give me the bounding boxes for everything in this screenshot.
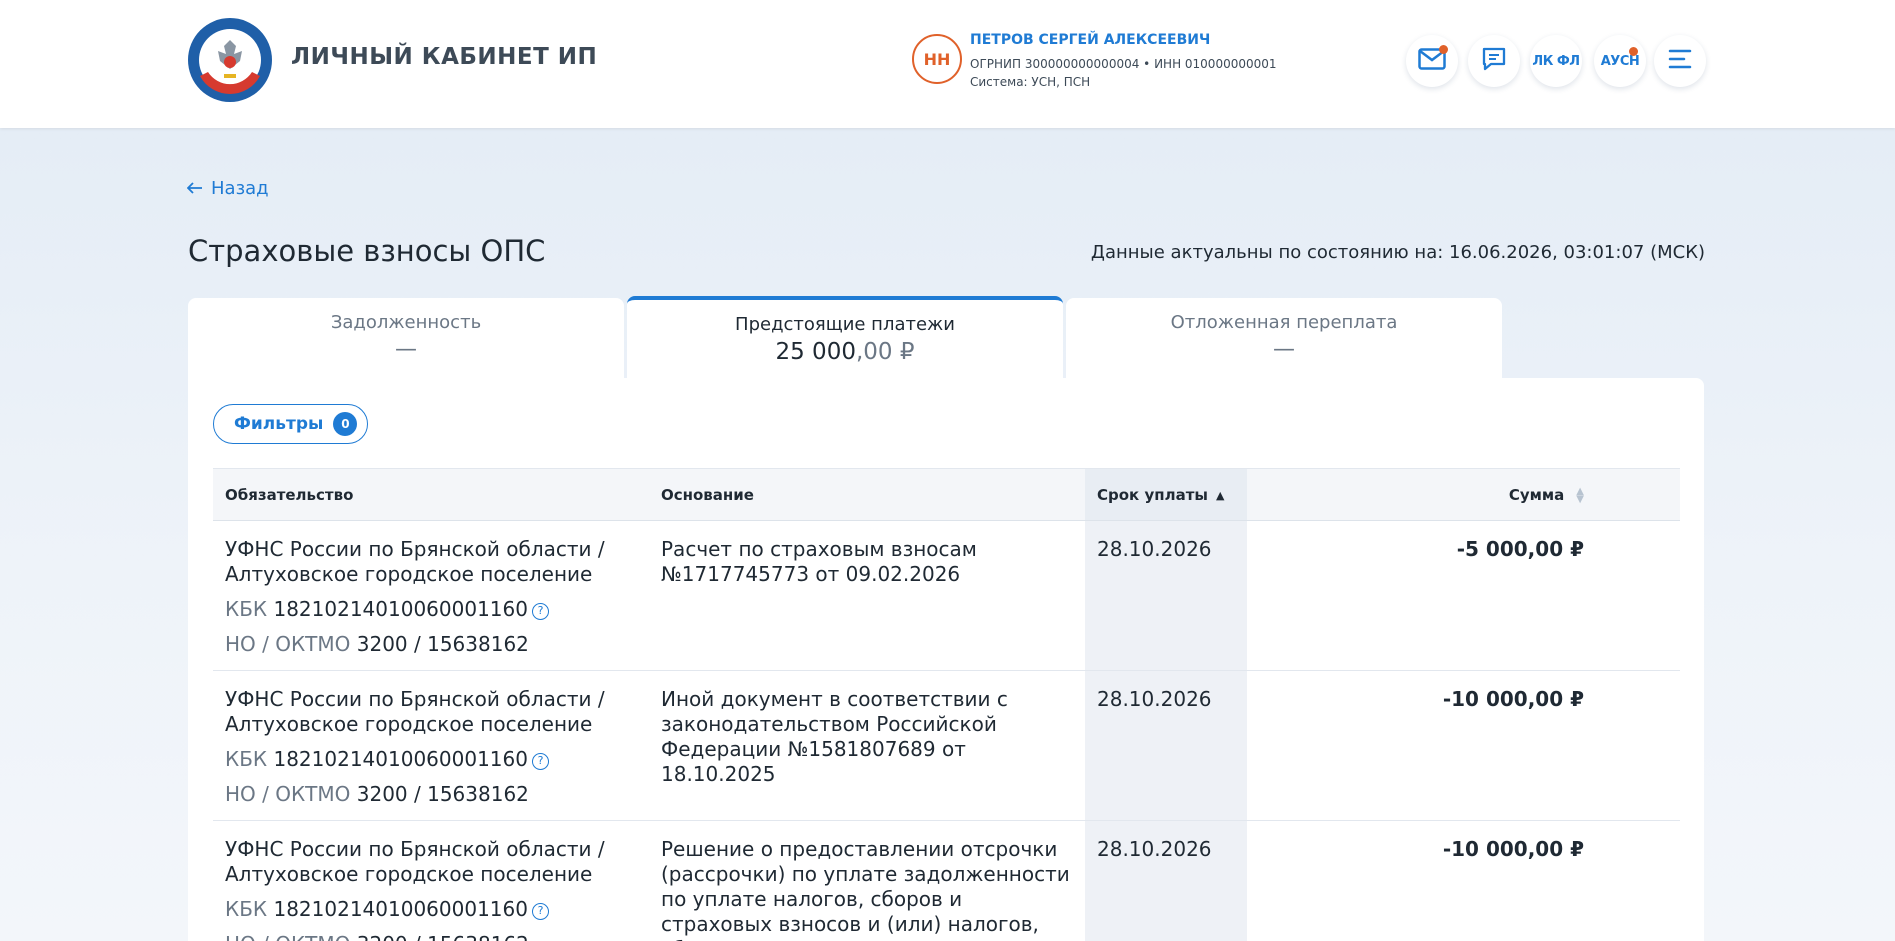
back-link[interactable]: Назад (186, 178, 269, 199)
user-ids: ОГРНИП 300000000000004 • ИНН 01000000000… (970, 57, 1277, 71)
amount-cell: -5 000,00 ₽ (1247, 520, 1680, 671)
tab-label: Предстоящие платежи (735, 314, 955, 335)
column-amount[interactable]: Сумма ▲ ▼ (1247, 468, 1680, 521)
ho-oktmo-label: НО / ОКТМО (225, 932, 350, 941)
help-icon[interactable]: ? (531, 903, 549, 920)
kbk-value: 18210214010060001160 (273, 747, 528, 771)
filters-count-badge: 0 (333, 412, 358, 436)
sort-icon: ▲ ▼ (1576, 485, 1584, 505)
filters-button[interactable]: Фильтры 0 (213, 404, 369, 444)
amount-kopecks: ,00 ₽ (855, 339, 915, 365)
user-name[interactable]: ПЕТРОВ СЕРГЕЙ АЛЕКСЕЕВИЧ (970, 32, 1210, 48)
basis-cell: Расчет по страховым взносам №1717745773 … (649, 520, 1085, 671)
chat-icon (1481, 46, 1507, 76)
table-row[interactable]: УФНС России по Брянской области / Алтухо… (213, 820, 1680, 941)
payments-table: Обязательство Основание Срок уплаты ▲ Сум… (213, 468, 1680, 941)
tab-label: Задолженность (330, 312, 482, 333)
fns-logo-icon[interactable] (186, 16, 274, 104)
help-icon[interactable]: ? (531, 753, 549, 770)
payments-card: Фильтры 0 Обязательство Основание Срок у… (188, 378, 1704, 941)
tab-deferred-overpayment[interactable]: Отложенная переплата — (1066, 298, 1502, 380)
due-date-cell: 28.10.2026 (1085, 520, 1247, 671)
app-brand-title[interactable]: ЛИЧНЫЙ КАБИНЕТ ИП (291, 44, 597, 70)
kbk-label: КБК (225, 747, 268, 771)
kbk-value: 18210214010060001160 (273, 897, 528, 921)
menu-button[interactable] (1654, 35, 1706, 87)
avatar[interactable]: НН (912, 34, 962, 84)
back-link-label: Назад (211, 178, 269, 199)
data-updated-timestamp: Данные актуальны по состоянию на: 16.06.… (1090, 242, 1705, 263)
help-icon[interactable]: ? (531, 603, 549, 620)
table-header-row: Обязательство Основание Срок уплаты ▲ Сум… (213, 468, 1680, 521)
lk-fl-button[interactable]: ЛК ФЛ (1530, 35, 1582, 87)
column-obligation[interactable]: Обязательство (213, 468, 649, 521)
table-row[interactable]: УФНС России по Брянской области / Алтухо… (213, 670, 1680, 821)
hamburger-menu-icon (1668, 48, 1692, 74)
basis-cell: Решение о предоставлении отсрочки (расср… (649, 820, 1085, 941)
mail-button[interactable] (1406, 35, 1458, 87)
kbk-value: 18210214010060001160 (273, 597, 528, 621)
due-date-cell: 28.10.2026 (1085, 670, 1247, 821)
kbk-label: КБК (225, 597, 268, 621)
obligation-org: УФНС России по Брянской области / Алтухо… (225, 537, 605, 586)
obligation-org: УФНС России по Брянской области / Алтухо… (225, 687, 605, 736)
tab-upcoming-payments[interactable]: Предстоящие платежи 25 000,00 ₽ (627, 296, 1063, 380)
ausn-button[interactable]: АУСН (1594, 35, 1646, 87)
tab-value: — (395, 337, 417, 362)
kbk-label: КБК (225, 897, 268, 921)
column-due-date-label: Срок уплаты (1097, 485, 1208, 504)
ho-oktmo-value: 3200 / 15638162 (357, 932, 529, 941)
tab-value: 25 000,00 ₽ (627, 339, 1063, 365)
ho-oktmo-value: 3200 / 15638162 (356, 632, 529, 656)
tab-label: Отложенная переплата (1170, 312, 1398, 333)
obligation-org: УФНС России по Брянской области / Алтухо… (225, 837, 605, 886)
ho-oktmo-label: НО / ОКТМО (225, 632, 351, 656)
page-title: Страховые взносы ОПС (188, 234, 546, 268)
filters-label: Фильтры (234, 414, 324, 434)
arrow-left-icon (186, 178, 203, 199)
ho-oktmo-value: 3200 / 15638162 (356, 782, 529, 806)
amount-rubles: 25 000 (775, 339, 856, 365)
due-date-cell: 28.10.2026 (1085, 820, 1247, 941)
column-basis[interactable]: Основание (649, 468, 1085, 521)
user-tax-system: Система: УСН, ПСН (970, 75, 1091, 89)
amount-cell: -10 000,00 ₽ (1247, 820, 1680, 941)
column-due-date[interactable]: Срок уплаты ▲ (1085, 468, 1247, 521)
sort-ascending-icon: ▲ (1215, 488, 1225, 502)
table-row[interactable]: УФНС России по Брянской области / Алтухо… (213, 520, 1680, 671)
column-amount-label: Сумма (1508, 485, 1565, 504)
basis-cell: Иной документ в соответствии с законодат… (649, 670, 1085, 821)
tab-value: — (1273, 337, 1295, 362)
amount-cell: -10 000,00 ₽ (1247, 670, 1680, 821)
tab-debt[interactable]: Задолженность — (188, 298, 624, 380)
notification-dot (1439, 45, 1448, 54)
notification-dot (1629, 47, 1638, 56)
messages-button[interactable] (1468, 35, 1520, 87)
ho-oktmo-label: НО / ОКТМО (225, 782, 351, 806)
top-header: ЛИЧНЫЙ КАБИНЕТ ИП НН ПЕТРОВ СЕРГЕЙ АЛЕКС… (0, 0, 1895, 128)
